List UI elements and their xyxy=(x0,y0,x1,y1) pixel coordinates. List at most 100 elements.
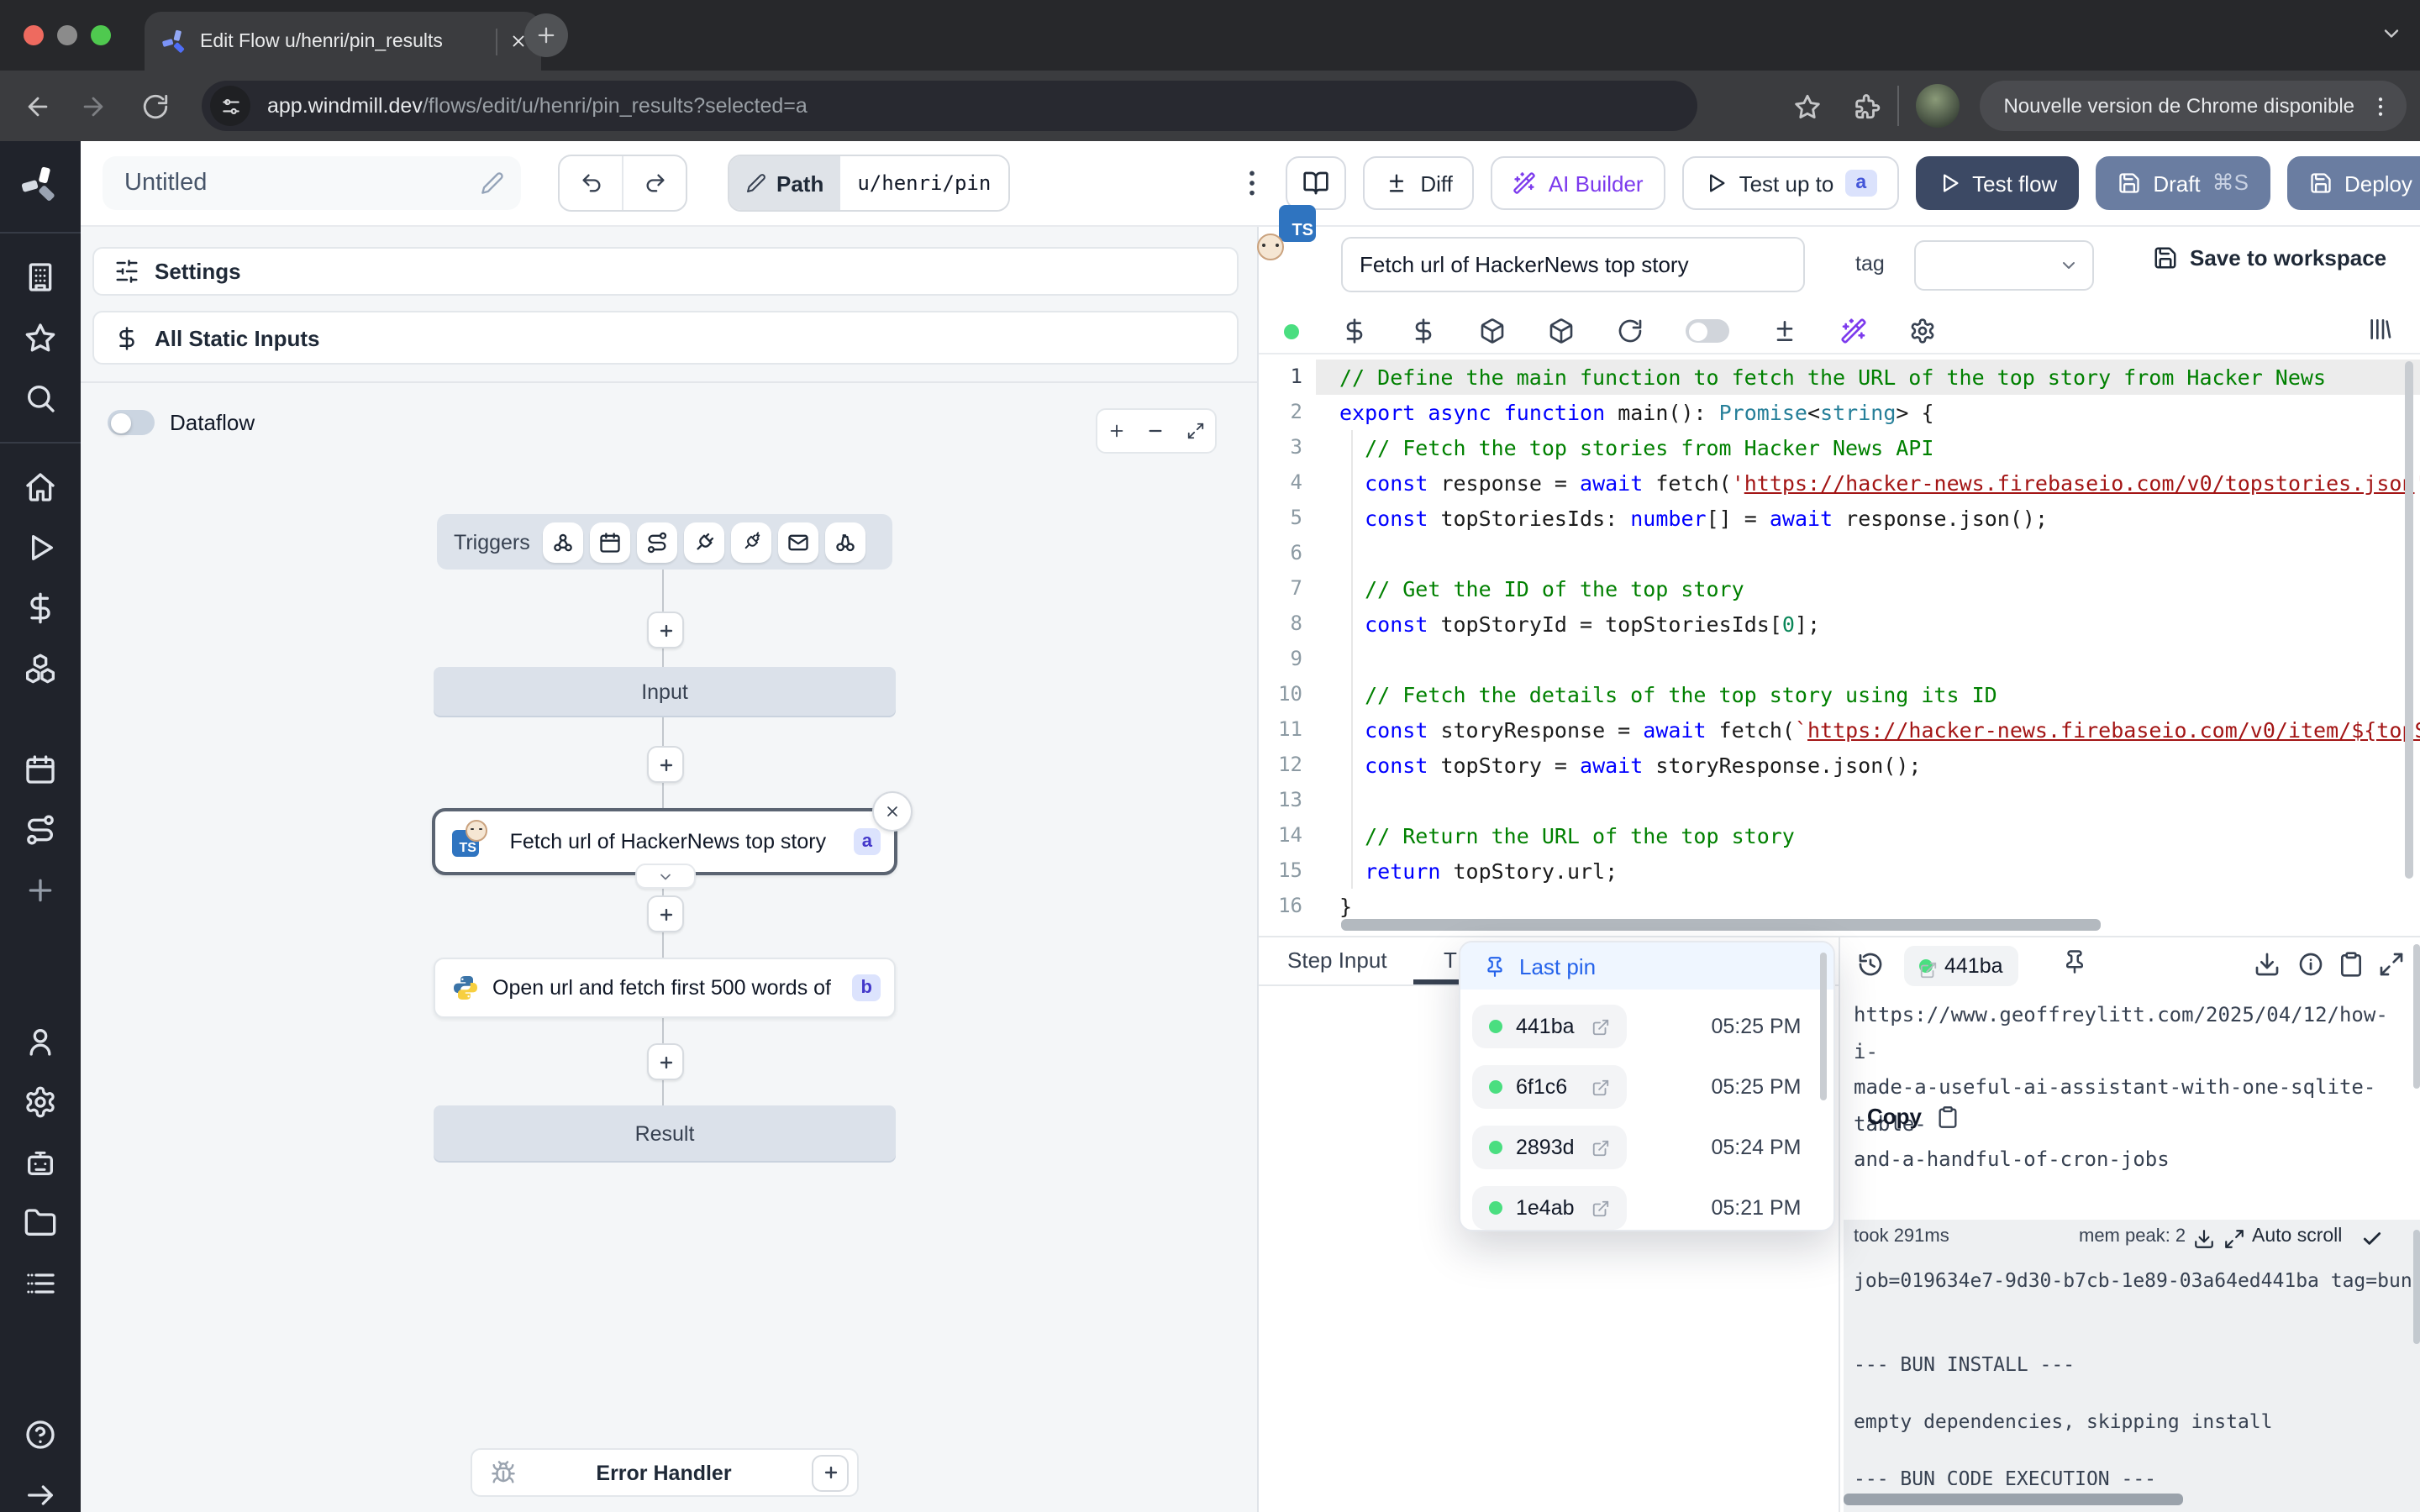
editor-package-icon[interactable] xyxy=(1548,318,1575,344)
diff-button[interactable]: Diff xyxy=(1363,156,1475,210)
sidebar-item-dollar-icon[interactable] xyxy=(24,591,57,625)
chrome-update-button[interactable]: Nouvelle version de Chrome disponible xyxy=(1980,81,2407,131)
pin-menu-item[interactable]: 441ba05:25 PM xyxy=(1460,1005,1833,1048)
trigger-route-button[interactable] xyxy=(638,522,678,562)
pin-menu-item[interactable]: 6f1c605:25 PM xyxy=(1460,1065,1833,1109)
code-line-13[interactable]: 13 xyxy=(1259,783,2420,818)
remove-step-button[interactable] xyxy=(872,791,913,832)
ai-builder-button[interactable]: AI Builder xyxy=(1491,156,1665,210)
triggers-node[interactable]: Triggers xyxy=(437,514,892,570)
extensions-icon[interactable] xyxy=(1852,92,1881,120)
code-line-4[interactable]: 4 const response = await fetch('https://… xyxy=(1259,465,2420,501)
code-line-9[interactable]: 9 xyxy=(1259,642,2420,677)
pin-hash-pill[interactable]: 441ba xyxy=(1472,1005,1627,1048)
docs-button[interactable] xyxy=(1286,156,1346,210)
sidebar-item-plus-icon[interactable] xyxy=(24,874,57,907)
sidebar-item-user-icon[interactable] xyxy=(24,1025,57,1058)
external-link-icon[interactable] xyxy=(1591,1138,1610,1157)
code-horizontal-scrollbar[interactable] xyxy=(1341,919,2101,931)
zoom-out-icon[interactable] xyxy=(1147,422,1165,440)
zoom-in-icon[interactable] xyxy=(1107,422,1126,440)
flow-name-box[interactable]: Untitled xyxy=(103,156,521,210)
code-line-8[interactable]: 8 const topStoryId = topStoriesIds[0]; xyxy=(1259,606,2420,642)
sidebar-item-route-icon[interactable] xyxy=(24,813,57,847)
editor-diff-icon[interactable] xyxy=(1771,318,1798,344)
expand-step-handle[interactable] xyxy=(635,864,696,889)
trigger-plug-button[interactable] xyxy=(685,522,725,562)
external-link-icon[interactable] xyxy=(1591,1199,1610,1217)
pin-hash-pill[interactable]: 2893d xyxy=(1472,1126,1627,1169)
chrome-menu-icon[interactable] xyxy=(2368,93,2393,118)
code-line-14[interactable]: 14 // Return the URL of the top story xyxy=(1259,818,2420,853)
sidebar-item-robot-icon[interactable] xyxy=(24,1146,57,1179)
code-editor[interactable]: 1// Define the main function to fetch th… xyxy=(1259,354,2420,936)
add-step-button[interactable] xyxy=(647,746,684,783)
pin-hash-pill[interactable]: 1e4ab xyxy=(1472,1186,1627,1230)
tab-search-chevron-icon[interactable] xyxy=(2380,22,2403,45)
back-icon[interactable] xyxy=(24,92,52,120)
sidebar-item-gear-icon[interactable] xyxy=(24,1085,57,1119)
forward-icon[interactable] xyxy=(79,92,108,120)
editor-toggle[interactable] xyxy=(1686,319,1729,343)
external-link-icon[interactable] xyxy=(1591,1078,1610,1096)
add-step-button[interactable] xyxy=(647,1043,684,1080)
sidebar-item-star-icon[interactable] xyxy=(24,321,57,354)
edit-pencil-icon[interactable] xyxy=(481,171,504,195)
trigger-webhook-button[interactable] xyxy=(544,522,584,562)
pin-menu-item[interactable]: 1e4ab05:21 PM xyxy=(1460,1186,1833,1230)
history-icon[interactable] xyxy=(1857,951,1884,978)
last-pin-option[interactable]: Last pin xyxy=(1460,942,1833,990)
test-flow-button[interactable]: Test flow xyxy=(1915,156,2079,210)
new-tab-button[interactable] xyxy=(524,13,568,57)
code-line-7[interactable]: 7 // Get the ID of the top story xyxy=(1259,571,2420,606)
sidebar-item-home-icon[interactable] xyxy=(24,470,57,504)
code-line-3[interactable]: 3 // Fetch the top stories from Hacker N… xyxy=(1259,430,2420,465)
window-minimize-button[interactable] xyxy=(57,25,77,45)
tag-select[interactable] xyxy=(1914,240,2094,291)
auto-scroll-checkbox[interactable] xyxy=(2361,1228,2383,1250)
copy-button[interactable]: Copy xyxy=(1867,1104,1959,1129)
sidebar-item-boxes-icon[interactable] xyxy=(24,652,57,685)
result-hash-pill[interactable]: 441ba xyxy=(1904,946,2018,986)
log-vertical-scrollbar[interactable] xyxy=(2413,1230,2420,1344)
add-step-button[interactable] xyxy=(647,895,684,932)
input-node[interactable]: Input xyxy=(434,667,896,716)
path-chip[interactable]: Path u/henri/pin xyxy=(728,155,1009,212)
log-horizontal-scrollbar[interactable] xyxy=(1844,1494,2183,1505)
more-options-icon[interactable] xyxy=(1235,166,1269,200)
pin-icon[interactable] xyxy=(2062,949,2087,974)
deploy-button[interactable]: Deploy xyxy=(2287,156,2420,210)
sidebar-item-list-icon[interactable] xyxy=(24,1267,57,1300)
sidebar-item-search-icon[interactable] xyxy=(24,381,57,415)
step-node-b[interactable]: Open url and fetch first 500 words of ..… xyxy=(434,958,896,1018)
editor-dollar-icon[interactable] xyxy=(1341,318,1368,344)
editor-dollar-icon[interactable] xyxy=(1410,318,1437,344)
static-inputs-row[interactable]: All Static Inputs xyxy=(92,311,1239,365)
add-step-button[interactable] xyxy=(647,612,684,648)
code-line-5[interactable]: 5 const topStoriesIds: number[] = await … xyxy=(1259,501,2420,536)
clipboard-icon[interactable] xyxy=(2338,951,2365,978)
trigger-calendar-button[interactable] xyxy=(591,522,631,562)
trigger-binoculars-button[interactable] xyxy=(826,522,866,562)
sidebar-item-calendar-icon[interactable] xyxy=(24,753,57,786)
expand-logs-icon[interactable] xyxy=(2223,1228,2245,1250)
windmill-logo[interactable] xyxy=(20,165,60,205)
library-icon[interactable] xyxy=(2366,316,2393,343)
result-node[interactable]: Result xyxy=(434,1105,896,1161)
trigger-mail-button[interactable] xyxy=(779,522,819,562)
expand-icon[interactable] xyxy=(2378,951,2405,978)
info-icon[interactable] xyxy=(2297,951,2324,978)
bookmark-star-icon[interactable] xyxy=(1793,92,1822,120)
sidebar-item-folder-icon[interactable] xyxy=(24,1206,57,1240)
test-up-to-button[interactable]: Test up toa xyxy=(1682,156,1899,210)
dataflow-toggle[interactable] xyxy=(108,410,155,435)
editor-gear-icon[interactable] xyxy=(1909,318,1936,344)
reload-icon[interactable] xyxy=(141,92,170,120)
editor-package-icon[interactable] xyxy=(1479,318,1506,344)
editor-refresh-icon[interactable] xyxy=(1617,318,1644,344)
code-line-2[interactable]: 2export async function main(): Promise<s… xyxy=(1259,395,2420,430)
sidebar-item-play-icon[interactable] xyxy=(24,531,57,564)
save-to-workspace-button[interactable]: Save to workspace xyxy=(2153,245,2386,270)
window-fullscreen-button[interactable] xyxy=(91,25,111,45)
code-line-15[interactable]: 15 return topStory.url; xyxy=(1259,853,2420,889)
